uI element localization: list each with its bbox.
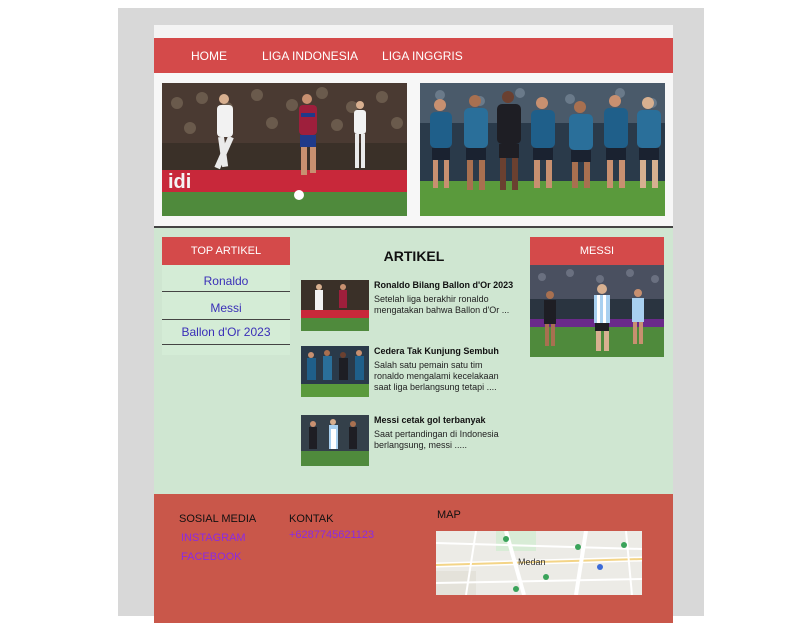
article-excerpt-line: mengatakan bahwa Ballon d'Or ... xyxy=(374,305,510,315)
article-title[interactable]: Ronaldo Bilang Ballon d'Or 2023 xyxy=(374,280,526,290)
article-excerpt-line: Salah satu pemain satu tim xyxy=(374,360,483,370)
top-strip xyxy=(154,25,673,38)
sidebar-link-messi[interactable]: Messi xyxy=(162,301,290,315)
article-excerpt-line: Saat pertandingan di Indonesia xyxy=(374,429,499,439)
article-excerpt-line: berlangsung, messi ..... xyxy=(374,440,468,450)
map-embed[interactable]: Medan xyxy=(436,531,642,595)
article-item[interactable]: Messi cetak gol terbanyak Saat pertandin… xyxy=(301,415,526,467)
map-heading: MAP xyxy=(437,509,461,521)
article-excerpt-line: Setelah liga berakhir ronaldo xyxy=(374,294,489,304)
article-excerpt: Setelah liga berakhir ronaldo mengatakan… xyxy=(374,294,526,316)
sidebar-link-ballon-dor[interactable]: Ballon d'Or 2023 xyxy=(162,325,290,339)
article-item[interactable]: Ronaldo Bilang Ballon d'Or 2023 Setelah … xyxy=(301,280,526,332)
kontak-heading: KONTAK xyxy=(289,513,334,525)
facebook-link[interactable]: FACEBOOK xyxy=(181,551,242,563)
website-page: HOME LIGA INDONESIA LIGA INGGRIS idi TOP… xyxy=(154,25,673,623)
article-excerpt: Saat pertandingan di Indonesia berlangsu… xyxy=(374,429,526,451)
section-divider xyxy=(154,226,673,228)
article-thumbnail[interactable] xyxy=(301,346,369,397)
article-excerpt-line: saat liga berlangsung tetapi .... xyxy=(374,382,497,392)
article-title[interactable]: Cedera Tak Kunjung Sembuh xyxy=(374,346,526,356)
sidebar-link-ronaldo[interactable]: Ronaldo xyxy=(162,274,290,288)
nav-liga-inggris[interactable]: LIGA INGGRIS xyxy=(382,49,463,63)
article-item[interactable]: Cedera Tak Kunjung Sembuh Salah satu pem… xyxy=(301,346,526,398)
sidebar-divider xyxy=(162,344,290,345)
hero-image-right xyxy=(420,83,665,216)
article-thumbnail[interactable] xyxy=(301,415,369,466)
messi-image[interactable] xyxy=(530,265,664,357)
nav-home[interactable]: HOME xyxy=(191,49,227,63)
instagram-link[interactable]: INSTAGRAM xyxy=(181,532,246,544)
sidebar-divider xyxy=(162,319,290,320)
map-city-label: Medan xyxy=(518,557,546,567)
main-nav: HOME LIGA INDONESIA LIGA INGGRIS xyxy=(154,38,673,73)
phone-number[interactable]: +6287745621123 xyxy=(289,529,374,541)
artikel-heading: ARTIKEL xyxy=(383,248,445,264)
hero-image-left: idi xyxy=(162,83,407,216)
article-title[interactable]: Messi cetak gol terbanyak xyxy=(374,415,526,425)
messi-box-title: MESSI xyxy=(530,237,664,265)
sosial-media-heading: SOSIAL MEDIA xyxy=(179,513,257,525)
article-excerpt-line: ronaldo mengalami kecelakaan xyxy=(374,371,499,381)
article-thumbnail[interactable] xyxy=(301,280,369,331)
sidebar-divider xyxy=(162,291,290,292)
nav-liga-indonesia[interactable]: LIGA INDONESIA xyxy=(262,49,358,63)
top-artikel-title: TOP ARTIKEL xyxy=(162,237,290,265)
svg-text:idi: idi xyxy=(168,171,191,193)
article-excerpt: Salah satu pemain satu tim ronaldo menga… xyxy=(374,360,526,393)
